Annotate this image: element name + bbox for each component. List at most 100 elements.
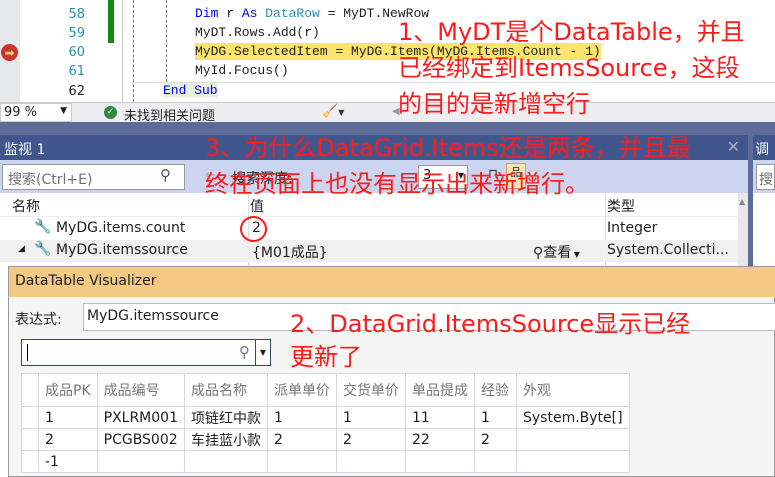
chevron-down-icon: ▼	[60, 106, 67, 116]
grid-cell[interactable]: 项链红中款	[184, 406, 268, 429]
view-label: 查看	[543, 245, 572, 261]
watch-search-input[interactable]: 搜索(Ctrl+E)	[2, 164, 185, 190]
grid-cell[interactable]: 2	[267, 428, 337, 451]
magnifier-icon: ⚲	[533, 245, 544, 261]
watch-name: MyDG.items.count	[56, 220, 186, 236]
grid-header-row: 成品PK 成品编号 成品名称 派单单价 交货单价 单品提成 经验 外观	[21, 373, 630, 407]
type-token: DataRow	[257, 6, 320, 21]
grid-cell[interactable]	[516, 450, 630, 473]
chevron-down-icon[interactable]: ▼	[255, 340, 270, 365]
grid-cell[interactable]: 1	[336, 406, 406, 429]
code-line: End Sub	[163, 83, 218, 98]
red-circle-annotation	[240, 216, 267, 242]
row-header[interactable]	[21, 450, 39, 473]
watch-type: Integer	[607, 220, 658, 236]
grid-row[interactable]: -1	[21, 450, 630, 473]
annotation-2: 2、DataGrid.ItemsSource显示已经 更新了	[290, 308, 690, 374]
grid-cell[interactable]	[96, 450, 186, 473]
watch-name: MyDG.itemssource	[56, 242, 188, 258]
watch-type: System.Collecti...	[607, 242, 729, 258]
search-icon: ⚲	[160, 166, 171, 184]
grid-cell[interactable]: PXLRM001	[96, 406, 186, 429]
grid-row[interactable]: 2 PCGBS002 车挂蓝小款 2 2 22 2	[21, 428, 630, 451]
zoom-dropdown[interactable]: 99 % ▼	[0, 103, 72, 122]
column-header[interactable]: 成品名称	[184, 373, 268, 407]
scroll-up-icon[interactable]: ▲	[739, 197, 745, 206]
watch-title-text: 监视 1	[4, 142, 46, 158]
view-button[interactable]: ⚲查看 ▼	[533, 242, 580, 262]
expand-arrow-icon[interactable]: ◢	[18, 244, 25, 254]
column-header[interactable]: 交货单价	[336, 373, 406, 407]
column-header[interactable]: 单品提成	[405, 373, 475, 407]
code-line: Dim r As DataRow = MyDT.NewRow	[195, 6, 429, 21]
annotation-3: 3、为什么DataGrid.Items还是两条，并且最 终在页面上也没有显示出来…	[205, 130, 691, 202]
watch-row[interactable]: ◢ 🔧 MyDG.itemssource {M01成品} ⚲查看 ▼ Syste…	[0, 240, 738, 262]
annotation-line: 更新了	[290, 343, 362, 371]
column-header[interactable]: 派单单价	[267, 373, 337, 407]
grid-cell[interactable]: -1	[38, 450, 98, 473]
code-line: MyId.Focus()	[195, 63, 289, 78]
right-panel-toolbar: 搜	[753, 160, 775, 193]
right-panel-title: 调	[753, 135, 775, 161]
grid-row[interactable]: 1 PXLRM001 项链红中款 1 1 11 1 System.Byte[]	[21, 406, 630, 429]
wrench-icon: 🔧	[34, 219, 52, 235]
change-marker	[108, 0, 114, 43]
code-token: r	[218, 6, 242, 21]
zoom-value: 99 %	[4, 105, 38, 120]
row-header[interactable]	[21, 406, 39, 429]
right-search-input[interactable]: 搜	[756, 164, 775, 190]
annotation-line: 的目的是新增空行	[398, 90, 590, 118]
close-icon[interactable]: ✕	[727, 137, 740, 156]
grid-cell[interactable]	[184, 450, 268, 473]
grid-cell[interactable]: 2	[38, 428, 98, 451]
column-header[interactable]: 经验	[474, 373, 517, 407]
expression-label: 表达式:	[15, 312, 62, 328]
grid-cell[interactable]: 11	[405, 406, 475, 429]
text-cursor	[27, 344, 28, 361]
grid-cell[interactable]: 车挂蓝小款	[184, 428, 268, 451]
column-header[interactable]: 成品PK	[38, 373, 98, 407]
annotation-line: 1、MyDT是个DataTable，并且	[398, 18, 745, 46]
line-number: 59	[68, 26, 85, 41]
grid-cell[interactable]	[336, 450, 406, 473]
indent-guide	[166, 0, 167, 82]
grid-cell[interactable]	[267, 450, 337, 473]
keyword: As	[241, 6, 258, 21]
grid-cell[interactable]	[516, 428, 630, 451]
watch-row[interactable]: 🔧 MyDG.items.count 2 Integer	[0, 218, 738, 240]
datatable-grid: 成品PK 成品编号 成品名称 派单单价 交货单价 单品提成 经验 外观 1 PXL…	[21, 373, 630, 473]
annotation-line: 2、DataGrid.ItemsSource显示已经	[290, 310, 691, 338]
grid-cell[interactable]: 2	[336, 428, 406, 451]
keyword: Dim	[195, 6, 219, 21]
select-all-corner[interactable]	[21, 373, 39, 407]
watch-value: {M01成品}	[252, 245, 328, 261]
grid-cell[interactable]	[474, 450, 517, 473]
column-header-name[interactable]: 名称	[12, 196, 40, 216]
editor-separator	[122, 0, 123, 102]
chevron-down-icon: ▼	[571, 250, 580, 259]
check-icon: ✓	[104, 106, 117, 119]
line-number: 62	[68, 84, 85, 99]
column-header[interactable]: 成品编号	[96, 373, 186, 407]
grid-cell[interactable]: 2	[474, 428, 517, 451]
filter-search-input[interactable]: ⚲ ▼	[21, 339, 271, 366]
search-icon: ⚲	[239, 343, 250, 361]
visualizer-title: DataTable Visualizer	[9, 267, 775, 297]
grid-cell[interactable]: 1	[38, 406, 98, 429]
grid-cell[interactable]: 1	[474, 406, 517, 429]
wrench-icon: 🔧	[34, 241, 52, 257]
row-header[interactable]	[21, 428, 39, 451]
column-header[interactable]: 外观	[516, 373, 630, 407]
grid-cell[interactable]	[405, 450, 475, 473]
code-line: MyDT.Rows.Add(r)	[195, 25, 320, 40]
annotation-line: 终在页面上也没有显示出来新增行。	[205, 170, 589, 198]
grid-cell[interactable]: 1	[267, 406, 337, 429]
broom-icon[interactable]: 🧹▼	[322, 104, 344, 119]
line-number: 61	[68, 64, 85, 79]
grid-cell[interactable]: System.Byte[]	[516, 406, 630, 429]
line-number: 58	[68, 7, 85, 22]
line-number: 60	[68, 45, 85, 60]
annotation-line: 已经绑定到ItemsSource，这段	[398, 54, 740, 82]
grid-cell[interactable]: PCGBS002	[96, 428, 186, 451]
grid-cell[interactable]: 22	[405, 428, 475, 451]
